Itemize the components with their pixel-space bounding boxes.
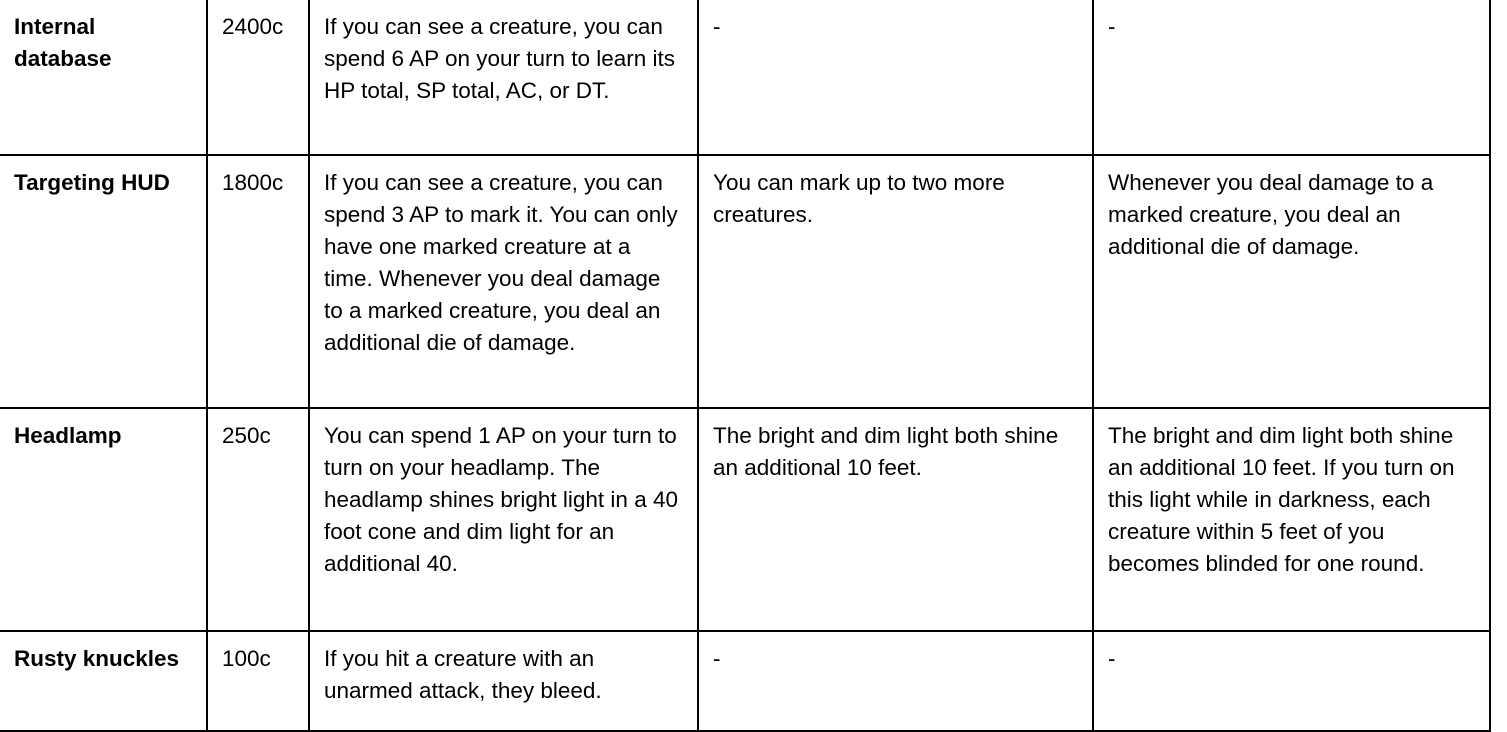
item-name-cell: Targeting HUD	[0, 154, 208, 409]
table-row: Internal database 2400c If you can see a…	[0, 0, 1491, 156]
upgrade-1-cell: -	[697, 0, 1094, 156]
item-name-cell: Headlamp	[0, 407, 208, 632]
item-name-cell: Rusty knuckles	[0, 630, 208, 732]
item-cost-cell: 250c	[206, 407, 310, 632]
base-effect-cell: If you can see a creature, you can spend…	[308, 0, 699, 156]
item-cost-cell: 100c	[206, 630, 310, 732]
augment-table: Internal database 2400c If you can see a…	[0, 0, 1491, 732]
upgrade-2-cell: Whenever you deal damage to a marked cre…	[1092, 154, 1491, 409]
table-row: Rusty knuckles 100c If you hit a creatur…	[0, 630, 1491, 732]
upgrade-2-cell: -	[1092, 630, 1491, 732]
upgrade-1-cell: You can mark up to two more creatures.	[697, 154, 1094, 409]
base-effect-cell: If you can see a creature, you can spend…	[308, 154, 699, 409]
item-name-cell: Internal database	[0, 0, 208, 156]
upgrade-2-cell: -	[1092, 0, 1491, 156]
base-effect-cell: You can spend 1 AP on your turn to turn …	[308, 407, 699, 632]
upgrade-1-cell: -	[697, 630, 1094, 732]
item-cost-cell: 1800c	[206, 154, 310, 409]
upgrade-2-cell: The bright and dim light both shine an a…	[1092, 407, 1491, 632]
table-row: Headlamp 250c You can spend 1 AP on your…	[0, 407, 1491, 632]
table-row: Targeting HUD 1800c If you can see a cre…	[0, 154, 1491, 409]
item-cost-cell: 2400c	[206, 0, 310, 156]
upgrade-1-cell: The bright and dim light both shine an a…	[697, 407, 1094, 632]
base-effect-cell: If you hit a creature with an unarmed at…	[308, 630, 699, 732]
